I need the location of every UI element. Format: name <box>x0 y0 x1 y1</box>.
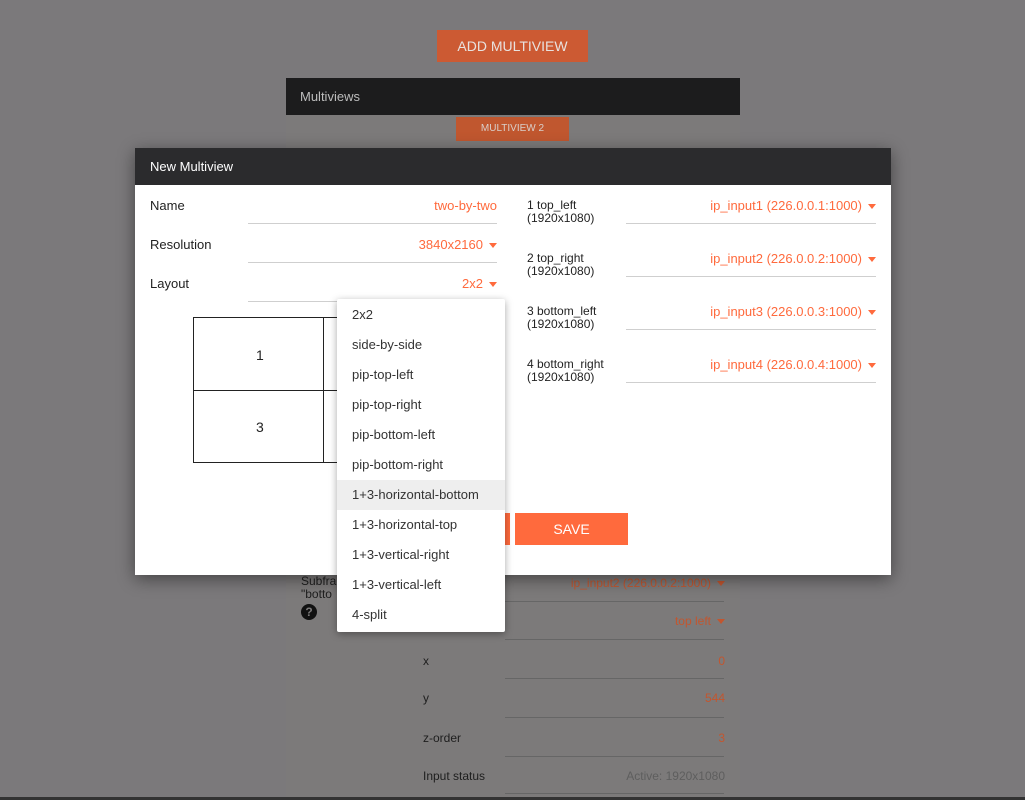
layout-option-1-3-vertical-left[interactable]: 1+3-vertical-left <box>337 570 505 600</box>
output-2-label: 2 top_right (1920x1080) <box>527 252 594 278</box>
layout-option-side-by-side[interactable]: side-by-side <box>337 330 505 360</box>
output-4-input-value: ip_input4 (226.0.0.4:1000) <box>710 357 862 372</box>
divider <box>505 639 724 640</box>
new-multiview-dialog: New Multiview Name two-by-two Resolution… <box>135 148 891 575</box>
output-1-label: 1 top_left (1920x1080) <box>527 199 594 225</box>
layout-select[interactable]: 2x2 <box>248 276 497 291</box>
output-1-input-select[interactable]: ip_input1 (226.0.0.1:1000) <box>626 198 876 213</box>
output-2-input-value: ip_input2 (226.0.0.2:1000) <box>710 251 862 266</box>
output-2-input-select[interactable]: ip_input2 (226.0.0.2:1000) <box>626 251 876 266</box>
position-select[interactable]: top left <box>505 614 725 628</box>
layout-value: 2x2 <box>462 276 483 291</box>
resolution-select[interactable]: 3840x2160 <box>248 237 497 252</box>
chevron-down-icon <box>868 204 876 210</box>
save-button[interactable]: SAVE <box>515 513 628 545</box>
divider <box>505 601 724 602</box>
position-value: top left <box>674 614 711 628</box>
name-input-underline <box>248 223 497 224</box>
output-2-resolution: (1920x1080) <box>527 264 595 278</box>
preview-cell-1: 1 <box>256 347 264 363</box>
output-3-resolution: (1920x1080) <box>527 317 595 331</box>
chevron-down-icon <box>489 243 497 249</box>
layout-option-4-split[interactable]: 4-split <box>337 600 505 630</box>
tab-multiview-2[interactable]: MULTIVIEW 2 <box>456 117 569 141</box>
output-1-underline <box>626 223 876 224</box>
layout-option-2x2[interactable]: 2x2 <box>337 300 505 330</box>
row-z-order-label: z-order <box>423 731 462 745</box>
output-1-resolution: (1920x1080) <box>527 211 595 225</box>
resolution-underline <box>248 262 497 263</box>
layout-option-pip-bottom-right[interactable]: pip-bottom-right <box>337 450 505 480</box>
row-x-label: x <box>423 654 429 668</box>
layout-option-1-3-horizontal-top[interactable]: 1+3-horizontal-top <box>337 510 505 540</box>
output-3-input-select[interactable]: ip_input3 (226.0.0.3:1000) <box>626 304 876 319</box>
output-4-underline <box>626 382 876 383</box>
divider <box>505 793 724 794</box>
row-y-label: y <box>423 691 429 705</box>
divider <box>505 756 724 757</box>
layout-option-pip-top-right[interactable]: pip-top-right <box>337 390 505 420</box>
layout-dropdown-menu: 2x2 side-by-side pip-top-left pip-top-ri… <box>337 299 505 632</box>
output-4-label: 4 bottom_right (1920x1080) <box>527 358 604 384</box>
layout-option-pip-bottom-left[interactable]: pip-bottom-left <box>337 420 505 450</box>
name-label: Name <box>150 198 185 213</box>
chevron-down-icon <box>717 581 725 587</box>
output-1-input-value: ip_input1 (226.0.0.1:1000) <box>710 198 862 213</box>
layout-option-1-3-vertical-right[interactable]: 1+3-vertical-right <box>337 540 505 570</box>
subframe-input-value: ip_input2 (226.0.0.2:1000) <box>570 576 711 590</box>
resolution-value: 3840x2160 <box>418 237 483 252</box>
resolution-label: Resolution <box>150 237 212 252</box>
layout-label: Layout <box>150 276 190 291</box>
name-input[interactable]: two-by-two <box>248 198 497 213</box>
output-3-input-value: ip_input3 (226.0.0.3:1000) <box>710 304 862 319</box>
subframe-label-line-2: "botto <box>301 587 332 601</box>
chevron-down-icon <box>868 257 876 263</box>
chevron-down-icon <box>868 310 876 316</box>
layout-option-1-3-horizontal-bottom[interactable]: 1+3-horizontal-bottom <box>337 480 505 510</box>
subframe-label: Subfra "botto <box>301 575 336 601</box>
output-2-underline <box>626 276 876 277</box>
preview-cell-3: 3 <box>256 419 264 435</box>
layout-option-pip-top-left[interactable]: pip-top-left <box>337 360 505 390</box>
chevron-down-icon <box>868 363 876 369</box>
row-x-value[interactable]: 0 <box>505 654 725 668</box>
chevron-down-icon <box>717 619 725 625</box>
dialog-title: New Multiview <box>135 148 891 185</box>
output-3-label: 3 bottom_left (1920x1080) <box>527 305 596 331</box>
divider <box>505 678 724 679</box>
divider <box>505 717 724 718</box>
add-multiview-button[interactable]: ADD MULTIVIEW <box>437 30 588 62</box>
subframe-input-select[interactable]: ip_input2 (226.0.0.2:1000) <box>505 576 725 590</box>
output-4-resolution: (1920x1080) <box>527 370 595 384</box>
row-z-order-value[interactable]: 3 <box>505 731 725 745</box>
row-input-status-label: Input status <box>423 769 486 783</box>
chevron-down-icon <box>489 282 497 288</box>
output-4-input-select[interactable]: ip_input4 (226.0.0.4:1000) <box>626 357 876 372</box>
output-3-underline <box>626 329 876 330</box>
help-icon[interactable]: ? <box>301 604 317 620</box>
row-y-value[interactable]: 544 <box>505 691 725 705</box>
row-input-status-value: Active: 1920x1080 <box>626 769 725 783</box>
multiviews-panel-title: Multiviews <box>286 78 740 115</box>
